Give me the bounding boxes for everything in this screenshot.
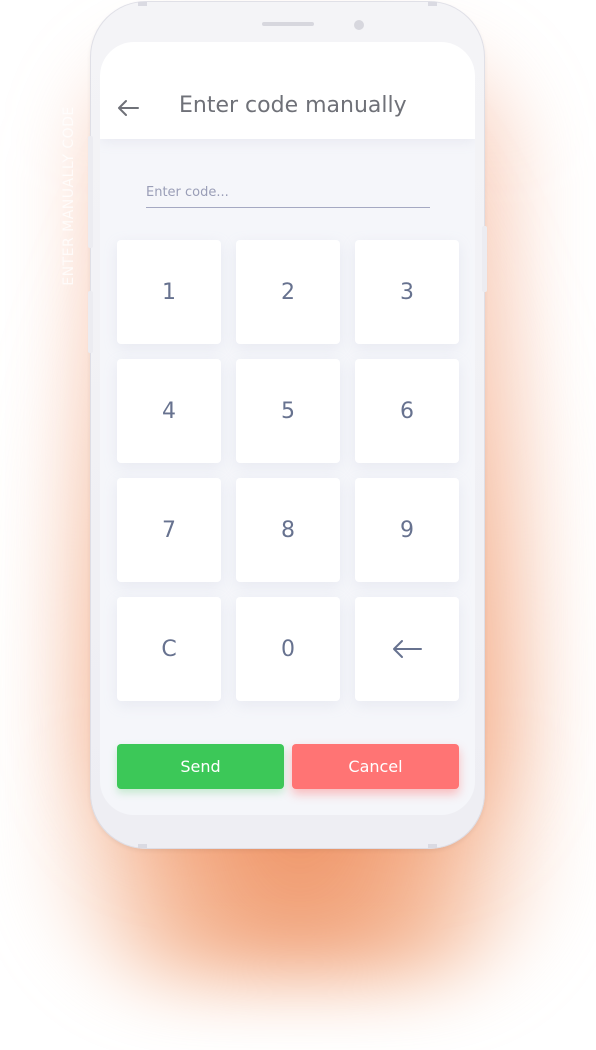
header: Enter code manually — [100, 42, 475, 139]
phone-side-button — [482, 226, 487, 292]
phone-speaker — [262, 22, 314, 26]
phone-screen: Enter code manually 1 2 3 4 5 6 7 8 9 C … — [100, 42, 475, 815]
keypad-key-1[interactable]: 1 — [117, 240, 221, 344]
keypad-key-clear[interactable]: C — [117, 597, 221, 701]
keypad-key-4[interactable]: 4 — [117, 359, 221, 463]
key-label: 7 — [162, 517, 176, 543]
key-label: 6 — [400, 398, 414, 424]
keypad-key-6[interactable]: 6 — [355, 359, 459, 463]
key-label: 8 — [281, 517, 295, 543]
arrow-left-icon — [118, 100, 139, 116]
keypad-key-0[interactable]: 0 — [236, 597, 340, 701]
phone-frame: Enter code manually 1 2 3 4 5 6 7 8 9 C … — [88, 1, 487, 849]
keypad-key-2[interactable]: 2 — [236, 240, 340, 344]
code-input[interactable] — [146, 177, 430, 208]
keypad-key-9[interactable]: 9 — [355, 478, 459, 582]
keypad-key-8[interactable]: 8 — [236, 478, 340, 582]
phone-antenna-line — [138, 844, 147, 848]
key-label: 1 — [162, 279, 176, 305]
side-label: ENTER MANUALLY CODE — [61, 106, 77, 286]
keypad-key-5[interactable]: 5 — [236, 359, 340, 463]
page-title: Enter code manually — [179, 93, 407, 118]
send-button[interactable]: Send — [117, 744, 284, 789]
key-label: 0 — [281, 636, 295, 662]
key-label: 9 — [400, 517, 414, 543]
keypad-key-backspace[interactable] — [355, 597, 459, 701]
phone-antenna-line — [138, 2, 147, 6]
phone-antenna-line — [428, 844, 437, 848]
phone-camera — [354, 20, 364, 30]
phone-antenna-line — [428, 2, 437, 6]
arrow-left-icon — [393, 640, 422, 658]
app-stage: ENTER MANUALLY CODE Enter code manually … — [0, 0, 596, 1050]
back-button[interactable] — [114, 96, 142, 120]
key-label: 3 — [400, 279, 414, 305]
phone-side-button — [88, 136, 93, 248]
keypad-key-3[interactable]: 3 — [355, 240, 459, 344]
key-label: 4 — [162, 398, 176, 424]
key-label: 5 — [281, 398, 295, 424]
key-label: 2 — [281, 279, 295, 305]
keypad-key-7[interactable]: 7 — [117, 478, 221, 582]
cancel-button[interactable]: Cancel — [292, 744, 459, 789]
key-label: C — [161, 636, 177, 662]
phone-side-button — [88, 291, 93, 353]
